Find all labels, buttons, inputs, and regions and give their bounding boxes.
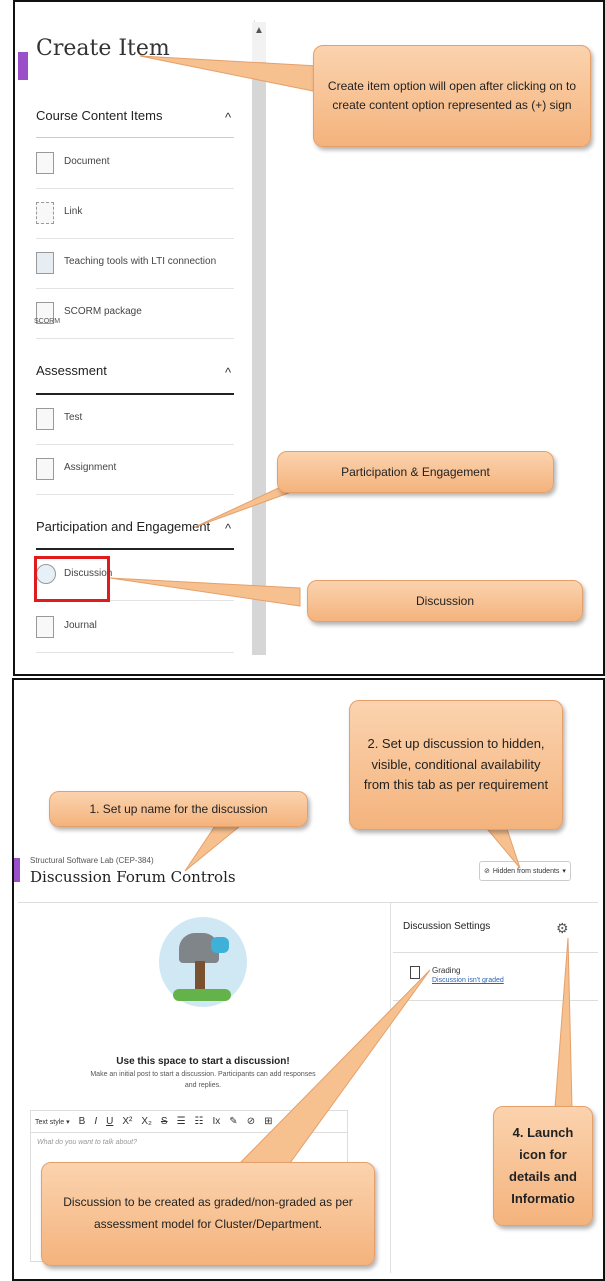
callout-step1: 1. Set up name for the discussion <box>49 791 308 827</box>
callout-participation: Participation & Engagement <box>277 451 554 493</box>
callout-create-item: Create item option will open after click… <box>313 45 591 147</box>
callout-step2: 2. Set up discussion to hidden, visible,… <box>349 700 563 830</box>
callout-graded: Discussion to be created as graded/non-g… <box>41 1162 375 1266</box>
callout-step4: 4. Launch icon for details and Informati… <box>493 1106 593 1226</box>
callout-discussion: Discussion <box>307 580 583 622</box>
